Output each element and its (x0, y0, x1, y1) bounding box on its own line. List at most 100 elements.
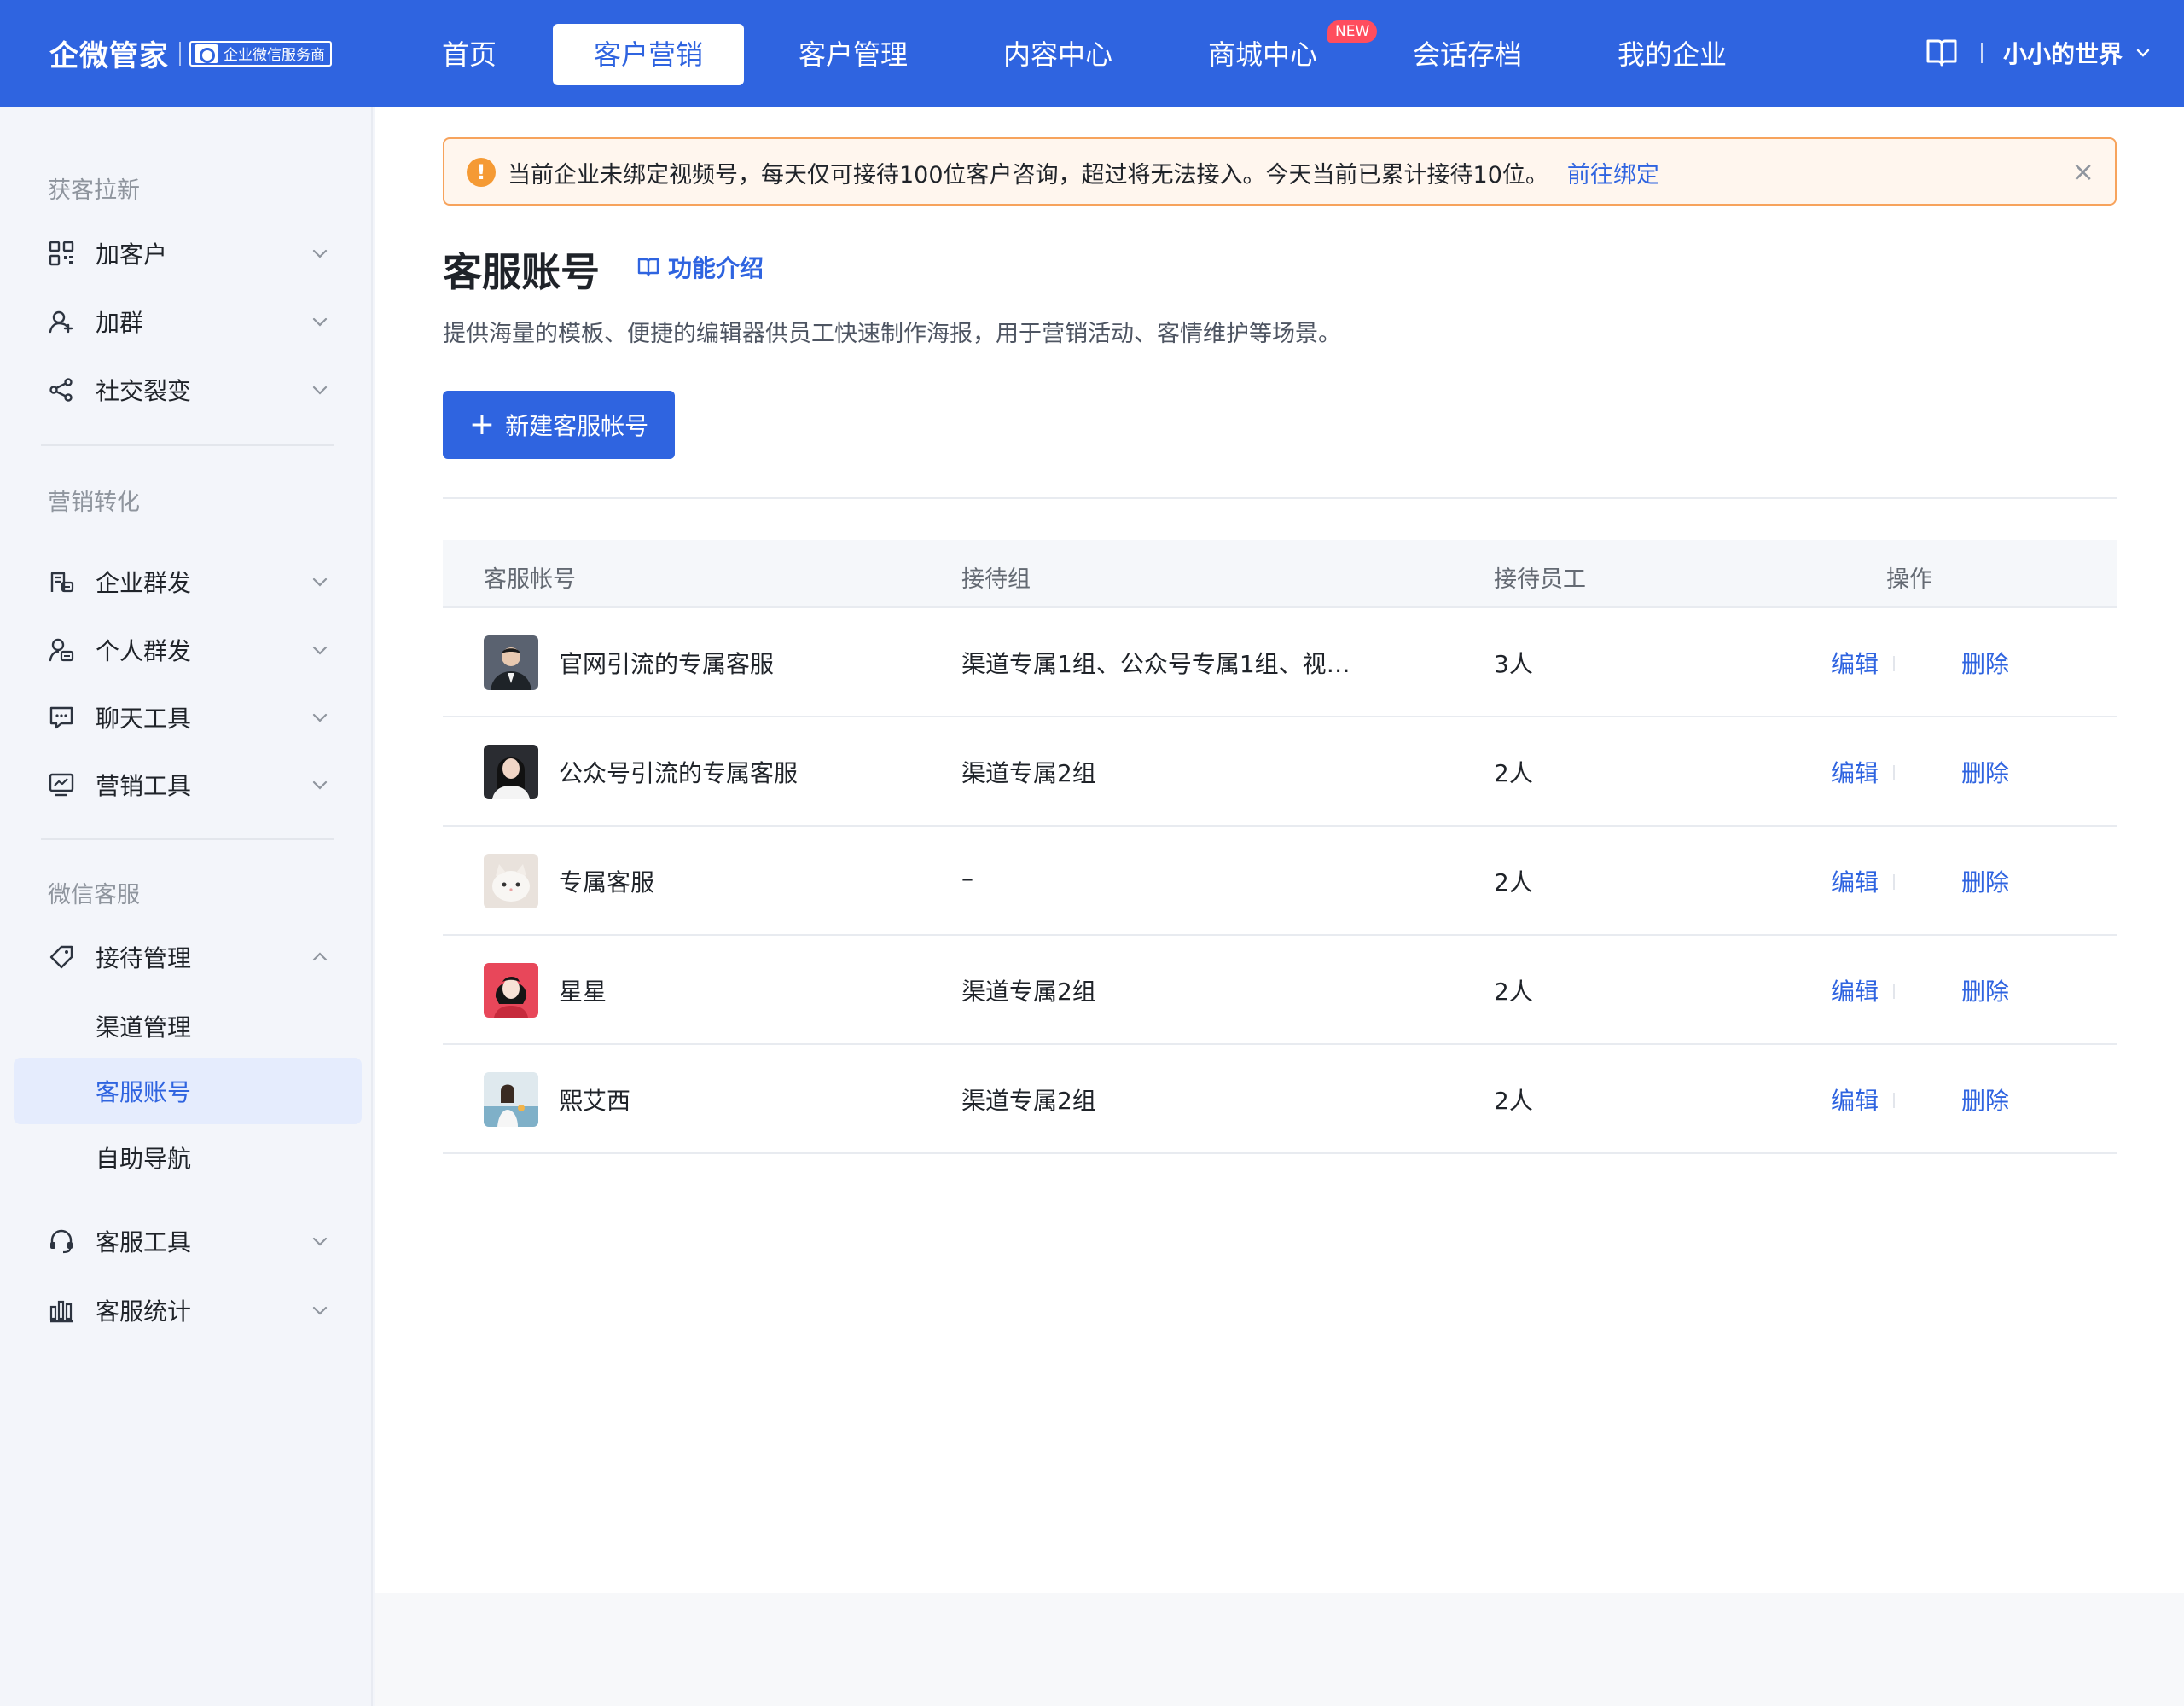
sidebar: 获客拉新 加客户 加群 社交裂变 营销转化 企业群发 个人群发 聊天工具 营销工… (0, 107, 373, 1706)
service-provider-label: 企业微信服务商 (224, 47, 325, 64)
content-divider (443, 497, 2117, 499)
bind-now-link[interactable]: 前往绑定 (1567, 162, 1659, 189)
reception-group: 渠道专属2组 (961, 759, 1096, 787)
sidebar-item-label: 社交裂变 (96, 377, 192, 405)
wecom-icon (195, 44, 218, 63)
page-title: 客服账号 (443, 249, 600, 295)
man-avatar (484, 635, 538, 690)
sidebar-item-reception-management[interactable]: 接待管理 (0, 931, 373, 983)
edit-button[interactable]: 编辑 (1831, 1082, 1879, 1117)
nav-session-archive[interactable]: 会话存档 (1391, 24, 1544, 85)
chevron-down-icon (312, 1306, 328, 1315)
reception-group: – (961, 864, 973, 892)
sidebar-subitem-service-account[interactable]: 客服账号 (14, 1058, 362, 1124)
table-row: 熙艾西 渠道专属2组 2人 编辑 删除 (443, 1045, 2117, 1154)
sidebar-item-label: 客服工具 (96, 1228, 192, 1256)
chevron-down-icon[interactable] (2135, 44, 2152, 61)
sidebar-item-label: 加群 (96, 309, 144, 337)
column-header-staff: 接待员工 (1494, 566, 1586, 593)
sidebar-subitem-label: 自助导航 (96, 1145, 192, 1173)
main-content: ! 当前企业未绑定视频号，每天仅可接待100位客户咨询，超过将无法接入。今天当前… (375, 107, 2184, 1593)
nav-customer-marketing[interactable]: 客户营销 (553, 24, 744, 85)
service-provider-badge: 企业微信服务商 (189, 40, 332, 67)
edit-button[interactable]: 编辑 (1831, 864, 1879, 898)
brand-logo[interactable]: 企微管家 企业微信服务商 (49, 32, 332, 74)
sidebar-item-label: 加客户 (96, 241, 168, 269)
edit-button[interactable]: 编辑 (1831, 755, 1879, 789)
alert-message: 当前企业未绑定视频号，每天仅可接待100位客户咨询，超过将无法接入。今天当前已累… (508, 156, 1659, 189)
sidebar-item-add-group[interactable]: 加群 (0, 296, 373, 347)
plus-icon: + (468, 407, 496, 442)
sidebar-item-label: 接待管理 (96, 944, 192, 972)
sidebar-item-label: 客服统计 (96, 1297, 192, 1326)
staff-count: 2人 (1494, 1087, 1533, 1115)
close-icon[interactable]: × (2071, 154, 2094, 189)
delete-button[interactable]: 删除 (1961, 864, 2009, 898)
chevron-down-icon (312, 646, 328, 655)
staff-count: 2人 (1494, 978, 1533, 1006)
woman-avatar (484, 745, 538, 799)
section-conversion: 营销转化 (48, 490, 140, 516)
nav-my-enterprise[interactable]: 我的企业 (1595, 24, 1749, 85)
headset-icon (50, 1229, 73, 1254)
illustration-avatar (484, 963, 538, 1018)
chevron-down-icon (312, 713, 328, 722)
reception-group: 渠道专属2组 (961, 1087, 1096, 1115)
personal-broadcast-icon (49, 638, 74, 662)
edit-button[interactable]: 编辑 (1831, 973, 1879, 1007)
chart-icon (49, 773, 74, 797)
warning-icon: ! (467, 158, 496, 187)
nav-mall-center[interactable]: 商城中心 (1186, 24, 1339, 85)
alert-text: 当前企业未绑定视频号，每天仅可接待100位客户咨询，超过将无法接入。今天当前已累… (508, 162, 1548, 189)
sidebar-item-personal-broadcast[interactable]: 个人群发 (0, 624, 373, 676)
account-name: 公众号引流的专属客服 (559, 759, 799, 787)
sidebar-divider (41, 444, 334, 446)
delete-button[interactable]: 删除 (1961, 973, 2009, 1007)
section-wechat-service: 微信客服 (48, 882, 140, 908)
delete-button[interactable]: 删除 (1961, 755, 2009, 789)
account-name: 熙艾西 (559, 1087, 631, 1115)
service-account-table: 客服帐号 接待组 接待员工 操作 官网引流的专属客服 渠道专属1组、公众号专属1… (443, 540, 2117, 1154)
nav-content-center[interactable]: 内容中心 (981, 24, 1135, 85)
action-separator (1893, 1093, 1895, 1108)
edit-button[interactable]: 编辑 (1831, 646, 1879, 680)
sidebar-subitem-label: 渠道管理 (96, 1013, 192, 1042)
nav-home[interactable]: 首页 (418, 24, 520, 85)
sidebar-subitem-label: 客服账号 (96, 1078, 192, 1106)
sidebar-item-service-statistics[interactable]: 客服统计 (0, 1285, 373, 1336)
account-name: 星星 (559, 978, 607, 1006)
staff-count: 3人 (1494, 650, 1533, 678)
sidebar-subitem-self-service-nav[interactable]: 自助导航 (14, 1124, 362, 1191)
brand-name: 企微管家 (49, 39, 169, 73)
sidebar-item-label: 企业群发 (96, 569, 192, 597)
sidebar-item-enterprise-broadcast[interactable]: 企业群发 (0, 556, 373, 607)
sidebar-item-social-fission[interactable]: 社交裂变 (0, 364, 373, 415)
enterprise-broadcast-icon (50, 572, 74, 593)
sidebar-item-service-tools[interactable]: 客服工具 (0, 1216, 373, 1267)
column-header-account: 客服帐号 (484, 566, 576, 593)
top-navbar: 企微管家 企业微信服务商 首页 客户营销 客户管理 内容中心 商城中心 会话存档… (0, 0, 2184, 107)
table-header: 客服帐号 接待组 接待员工 操作 (443, 540, 2117, 608)
delete-button[interactable]: 删除 (1961, 1082, 2009, 1117)
sidebar-item-marketing-tools[interactable]: 营销工具 (0, 759, 373, 810)
page-description: 提供海量的模板、便捷的编辑器供员工快速制作海报，用于营销活动、客情维护等场景。 (443, 321, 1341, 347)
sidebar-item-add-customer[interactable]: 加客户 (0, 228, 373, 279)
sidebar-item-label: 聊天工具 (96, 705, 192, 733)
column-header-group: 接待组 (961, 566, 1031, 593)
table-row: 公众号引流的专属客服 渠道专属2组 2人 编辑 删除 (443, 717, 2117, 827)
user-name[interactable]: 小小的世界 (2003, 36, 2123, 70)
new-badge: NEW (1327, 20, 1378, 43)
chevron-up-icon (312, 952, 328, 961)
sidebar-subitem-channel-management[interactable]: 渠道管理 (14, 993, 362, 1059)
chevron-down-icon (312, 386, 328, 395)
new-service-account-button[interactable]: + 新建客服帐号 (443, 391, 675, 459)
feature-intro-link[interactable]: 功能介绍 (636, 250, 764, 284)
sidebar-item-chat-tools[interactable]: 聊天工具 (0, 692, 373, 743)
action-separator (1893, 656, 1895, 671)
delete-button[interactable]: 删除 (1961, 646, 2009, 680)
book-icon[interactable] (1923, 34, 1960, 72)
table-row: 星星 渠道专属2组 2人 编辑 删除 (443, 936, 2117, 1045)
nav-customer-management[interactable]: 客户管理 (776, 24, 930, 85)
action-separator (1893, 874, 1895, 890)
sidebar-item-label: 个人群发 (96, 637, 192, 665)
